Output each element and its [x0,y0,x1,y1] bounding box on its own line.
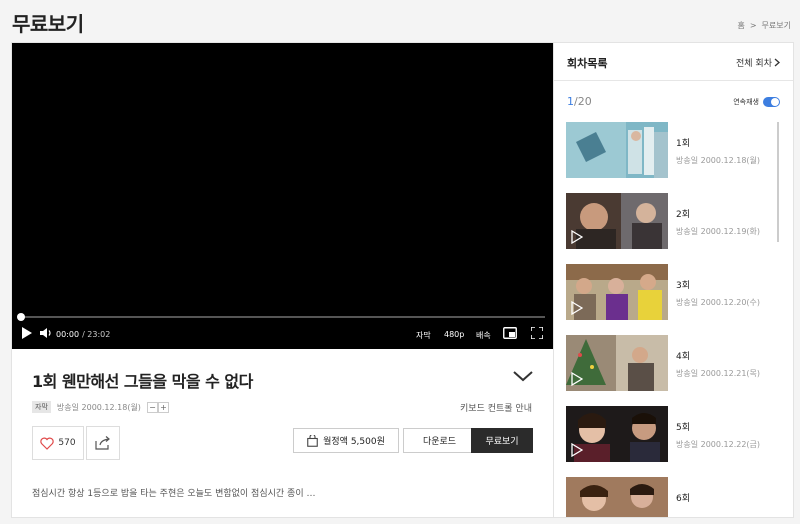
episode-thumbnail[interactable] [566,264,668,320]
episode-item[interactable]: 3회 방송일 2000.12.20(수) [566,264,778,335]
all-episodes-label: 전체 회차 [736,59,772,69]
episode-counter-total: /20 [574,95,592,108]
player-card: 00:00 / 23:02 자막 480p 배속 1회 웬만해선 그들을 막을 … [11,42,554,518]
free-watch-button[interactable]: 무료보기 [471,428,533,453]
episode-synopsis: 점심시간 항상 1등으로 밥을 타는 주현은 오늘도 변함없이 점심시간 종이 … [32,489,316,499]
episode-item[interactable]: 5회 방송일 2000.12.22(금) [566,406,778,477]
air-date: 방송일 2000.12.18(월) [56,402,141,412]
share-button[interactable] [86,426,120,460]
player-controls: 00:00 / 23:02 자막 480p 배속 [12,324,554,344]
breadcrumb: 홈 > 무료보기 [737,20,791,31]
episode-date: 방송일 2000.12.22(금) [676,440,761,449]
keyboard-guide-link[interactable]: 키보드 컨트롤 안내 [460,401,532,414]
episode-list-scrollbar[interactable] [777,122,779,242]
episode-thumbnail[interactable] [566,122,668,178]
play-icon [571,443,583,457]
time-display: 00:00 / 23:02 [56,330,110,339]
share-icon [95,436,110,450]
chevron-right-icon [774,58,780,67]
episode-item[interactable]: 1회 방송일 2000.12.18(월) [566,122,778,193]
breadcrumb-separator: > [749,21,757,30]
breadcrumb-home[interactable]: 홈 [737,20,744,31]
time-total: / 23:02 [82,330,111,339]
play-icon [571,230,583,244]
quality-button[interactable]: 480p [444,330,464,339]
episode-thumbnail[interactable] [566,335,668,391]
subtitle-badge: 자막 [32,401,51,413]
episode-date: 방송일 2000.12.21(목) [676,369,761,378]
heart-icon [40,437,55,450]
text-size-minus-button[interactable]: − [146,401,158,413]
play-icon [571,301,583,315]
episode-title: 1회 웬만해선 그들을 막을 수 없다 [32,372,253,391]
episode-number: 5회 [676,423,691,433]
like-button[interactable]: 570 [32,426,84,460]
episode-date: 방송일 2000.12.19(화) [676,227,761,236]
episode-item[interactable]: 2회 방송일 2000.12.19(화) [566,193,778,264]
autoplay-toggle[interactable]: 연속재생 [733,97,780,107]
play-icon [571,372,583,386]
episode-list: 1회 방송일 2000.12.18(월) 2회 방송일 2000.12.19(화… [566,122,778,517]
autoplay-switch[interactable] [763,97,780,107]
episode-number: 6회 [676,494,691,504]
page-title: 무료보기 [12,12,84,36]
episode-number: 3회 [676,281,691,291]
monthly-subscription-button[interactable]: 월정액 5,500원 [293,428,399,453]
episode-item[interactable]: 4회 방송일 2000.12.21(목) [566,335,778,406]
monthly-label: 월정액 5,500원 [323,437,385,447]
episode-thumbnail[interactable] [566,477,668,517]
text-size-controls: − + [146,401,169,413]
episode-number: 4회 [676,352,691,362]
like-count: 570 [58,438,76,448]
video-player[interactable]: 00:00 / 23:02 자막 480p 배속 [12,43,554,349]
progress-bar[interactable] [17,313,545,321]
volume-icon[interactable] [40,327,52,339]
download-button[interactable]: 다운로드 [403,428,476,453]
chevron-down-icon[interactable] [512,369,534,383]
progress-handle[interactable] [17,313,25,321]
speed-button[interactable]: 배속 [476,330,491,341]
play-icon[interactable] [22,327,32,339]
episode-counter-current: 1 [567,95,574,108]
episode-number: 1회 [676,139,691,149]
episode-list-header: 회차목록 전체 회차 [554,43,793,81]
fullscreen-icon[interactable] [531,327,543,339]
breadcrumb-current: 무료보기 [761,21,791,30]
episode-meta: 자막 방송일 2000.12.18(월) − + [32,401,169,413]
episode-number: 2회 [676,210,691,220]
subtitle-button[interactable]: 자막 [416,330,431,341]
autoplay-label: 연속재생 [733,98,759,106]
pip-icon[interactable] [503,327,517,339]
bag-icon [307,434,318,447]
time-current: 00:00 [56,330,80,339]
episode-date: 방송일 2000.12.18(월) [676,156,761,165]
episode-list-title: 회차목록 [567,57,608,70]
episode-thumbnail[interactable] [566,193,668,249]
episode-thumbnail[interactable] [566,406,668,462]
episode-item[interactable]: 6회 [566,477,778,517]
text-size-plus-button[interactable]: + [157,401,169,413]
episode-date: 방송일 2000.12.20(수) [676,298,761,307]
episode-counter: 1/20 [567,95,592,108]
episode-list-panel: 회차목록 전체 회차 1/20 연속재생 1회 방송일 2000.12.18(월… [553,42,794,518]
all-episodes-link[interactable]: 전체 회차 [736,56,780,69]
